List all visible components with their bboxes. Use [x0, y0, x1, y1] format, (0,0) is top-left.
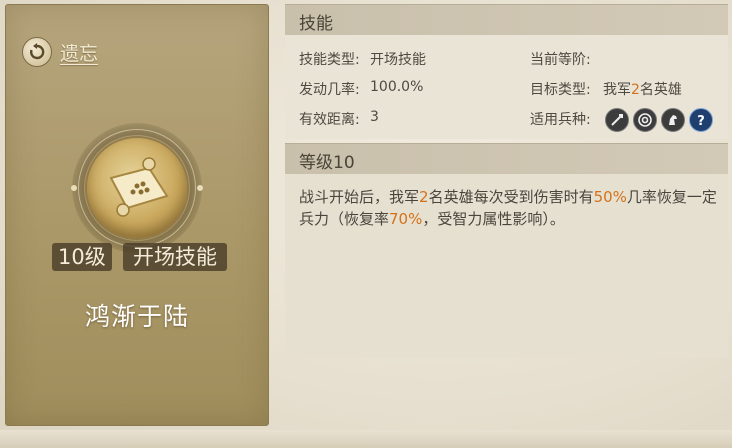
skill-type-badge: 开场技能: [123, 243, 227, 271]
forget-button[interactable]: 遗忘: [22, 37, 98, 67]
range-value: 3: [370, 109, 379, 125]
current-rank-label: 当前等阶:: [530, 52, 591, 68]
level-section-title: 等级10: [299, 153, 355, 173]
target-icon: [633, 108, 657, 132]
target-type-value: 我军2名英雄: [603, 82, 682, 98]
skill-description: 战斗开始后，我军2名英雄每次受到伤害时有50%几率恢复一定兵力（恢复率70%，受…: [299, 188, 717, 228]
skill-name: 鸿渐于陆: [84, 302, 189, 331]
range-label: 有效距离:: [299, 112, 360, 128]
skill-section-title: 技能: [299, 14, 333, 34]
skill-type-label: 技能类型:: [299, 52, 360, 68]
svg-text:?: ?: [697, 114, 705, 128]
skill-section-header: 技能: [285, 4, 728, 36]
skill-level-badge: 10级: [52, 243, 112, 271]
question-icon: ?: [689, 108, 713, 132]
sword-icon: [605, 108, 629, 132]
bottom-strip: [0, 430, 732, 448]
level-section-header: 等级10: [285, 143, 728, 175]
trigger-rate-label: 发动几率:: [299, 82, 360, 98]
unit-types-label: 适用兵种:: [530, 112, 591, 128]
horse-icon: [661, 108, 685, 132]
trigger-rate-value: 100.0%: [370, 79, 424, 95]
undo-icon: [22, 37, 52, 67]
skill-card-panel: 遗忘 10级 开场技能 鸿渐于陆: [5, 4, 269, 426]
target-type-label: 目标类型:: [530, 82, 591, 98]
forget-label: 遗忘: [60, 42, 99, 65]
scroll-map-icon: [87, 138, 187, 238]
skill-description-block: 战斗开始后，我军2名英雄每次受到伤害时有50%几率恢复一定兵力（恢复率70%，受…: [285, 174, 728, 358]
skill-type-value: 开场技能: [370, 52, 426, 68]
